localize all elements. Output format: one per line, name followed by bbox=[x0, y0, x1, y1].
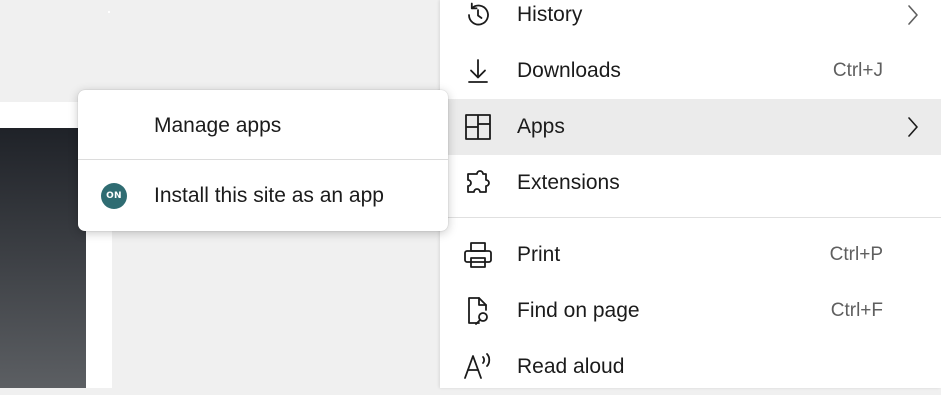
menu-item-print[interactable]: Print Ctrl+P bbox=[440, 227, 941, 283]
page-dark-image bbox=[0, 128, 86, 388]
menu-item-apps[interactable]: Apps bbox=[440, 99, 941, 155]
read-aloud-icon bbox=[462, 351, 494, 383]
submenu-item-manage-apps[interactable]: Manage apps bbox=[78, 92, 448, 160]
menu-item-label: Read aloud bbox=[517, 355, 625, 378]
menu-item-label: Extensions bbox=[517, 171, 620, 194]
shortcut-text: Ctrl+P bbox=[829, 244, 883, 265]
find-on-page-icon bbox=[462, 295, 494, 327]
menu-item-label: History bbox=[517, 3, 583, 26]
chevron-right-icon bbox=[903, 115, 923, 139]
download-icon bbox=[462, 55, 494, 87]
site-favicon-icon: ON bbox=[101, 183, 127, 209]
shortcut-text: Ctrl+F bbox=[830, 300, 883, 321]
apps-submenu: Manage apps ON Install this site as an a… bbox=[78, 90, 448, 231]
background-dot bbox=[108, 11, 110, 13]
menu-item-read-aloud[interactable]: Read aloud bbox=[440, 339, 941, 395]
browser-background bbox=[0, 0, 440, 102]
submenu-item-install-site[interactable]: ON Install this site as an app bbox=[78, 162, 448, 230]
shortcut-text: Ctrl+J bbox=[832, 60, 883, 81]
puzzle-icon bbox=[462, 167, 494, 199]
menu-item-label: Apps bbox=[517, 115, 565, 138]
history-icon bbox=[462, 0, 494, 31]
settings-menu: History Downloads Ctrl+J Apps Extensions… bbox=[440, 0, 941, 388]
menu-item-find-on-page[interactable]: Find on page Ctrl+F bbox=[440, 283, 941, 339]
apps-icon bbox=[462, 111, 494, 143]
menu-divider bbox=[440, 217, 941, 218]
menu-item-label: Find on page bbox=[517, 299, 640, 322]
submenu-item-label: Manage apps bbox=[154, 114, 282, 137]
chevron-right-icon bbox=[903, 3, 923, 27]
menu-item-extensions[interactable]: Extensions bbox=[440, 155, 941, 211]
menu-item-downloads[interactable]: Downloads Ctrl+J bbox=[440, 43, 941, 99]
menu-item-label: Print bbox=[517, 243, 561, 266]
menu-item-history[interactable]: History bbox=[440, 0, 941, 43]
menu-item-label: Downloads bbox=[517, 59, 621, 82]
submenu-item-label: Install this site as an app bbox=[154, 184, 384, 207]
printer-icon bbox=[462, 239, 494, 271]
submenu-divider bbox=[78, 159, 448, 160]
